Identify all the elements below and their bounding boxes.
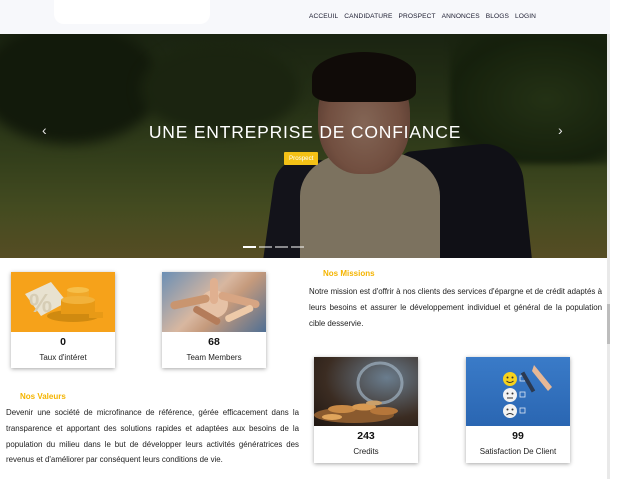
stat-card-satisfaction: 99 Satisfaction De Client — [466, 357, 570, 463]
main-nav: ACCEUIL CANDIDATURE PROSPECT ANNONCES BL… — [309, 13, 536, 20]
nav-item-acceuil[interactable]: ACCEUIL — [309, 13, 338, 20]
stat-value: 243 — [357, 430, 375, 442]
stat-label: Satisfaction De Client — [479, 447, 557, 456]
carousel-indicator[interactable] — [291, 246, 304, 248]
hero-overlay — [0, 34, 610, 258]
prospect-button[interactable]: Prospect — [284, 152, 319, 165]
team-hands-image — [162, 272, 266, 332]
coins-jar-image — [314, 357, 418, 426]
stat-label: Credits — [353, 447, 379, 456]
nav-item-login[interactable]: LOGIN — [515, 13, 536, 20]
stat-card-team: 68 Team Members — [162, 272, 266, 368]
top-navbar: ACCEUIL CANDIDATURE PROSPECT ANNONCES BL… — [0, 0, 610, 34]
scrollbar-thumb[interactable] — [607, 304, 610, 344]
nav-item-candidature[interactable]: CANDIDATURE — [344, 13, 392, 20]
smiley-rating-image — [466, 357, 570, 426]
stat-card-taux: % 0 Taux d'intéret — [11, 272, 115, 368]
percent-coins-image: % — [11, 272, 115, 332]
carousel-indicator[interactable] — [243, 246, 256, 248]
hero-carousel: ‹ › UNE ENTREPRISE DE CONFIANCE Prospect — [0, 34, 610, 258]
page-scrollbar[interactable] — [607, 34, 610, 479]
valeurs-text: Devenir une société de microfinance de r… — [6, 408, 299, 465]
valeurs-title: Nos Valeurs — [20, 392, 66, 401]
stat-card-credits: 243 Credits — [314, 357, 418, 463]
carousel-indicator[interactable] — [259, 246, 272, 248]
carousel-indicator[interactable] — [275, 246, 288, 248]
stat-value: 68 — [208, 336, 220, 348]
stat-value: 0 — [60, 336, 66, 348]
stat-label: Team Members — [186, 353, 242, 362]
missions-text: Notre mission est d'offrir à nos clients… — [309, 287, 602, 328]
stat-label: Taux d'intéret — [39, 353, 87, 362]
nav-item-prospect[interactable]: PROSPECT — [399, 13, 436, 20]
carousel-indicators — [243, 246, 304, 248]
svg-text:%: % — [29, 288, 52, 318]
stat-value: 99 — [512, 430, 524, 442]
hero-title: UNE ENTREPRISE DE CONFIANCE — [148, 122, 462, 142]
nav-item-blogs[interactable]: BLOGS — [486, 13, 509, 20]
missions-title: Nos Missions — [323, 269, 375, 278]
logo[interactable] — [54, 0, 210, 24]
nav-item-annonces[interactable]: ANNONCES — [442, 13, 480, 20]
